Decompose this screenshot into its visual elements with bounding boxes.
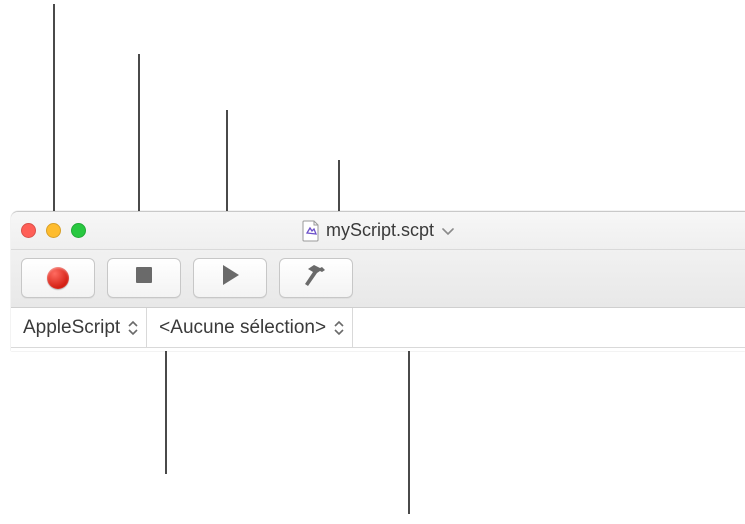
run-button[interactable]	[193, 258, 267, 298]
title-menu-chevron-icon[interactable]	[442, 223, 454, 239]
hammer-icon	[303, 263, 329, 292]
compile-button[interactable]	[279, 258, 353, 298]
language-popup[interactable]: AppleScript	[11, 308, 147, 347]
toolbar	[11, 250, 745, 308]
stop-icon	[134, 265, 154, 290]
stepper-icon	[334, 320, 344, 336]
traffic-lights	[21, 223, 86, 238]
navigation-bar: AppleScript <Aucune sélection>	[11, 308, 745, 348]
record-button[interactable]	[21, 258, 95, 298]
titlebar: myScript.scpt	[11, 212, 745, 250]
document-icon	[302, 220, 320, 242]
zoom-window-button[interactable]	[71, 223, 86, 238]
editor-area[interactable]	[11, 348, 745, 351]
callout-line	[165, 348, 167, 474]
window-title: myScript.scpt	[326, 220, 434, 241]
stop-button[interactable]	[107, 258, 181, 298]
record-icon	[47, 267, 69, 289]
app-window: myScript.scpt	[11, 211, 745, 351]
close-window-button[interactable]	[21, 223, 36, 238]
stepper-icon	[128, 320, 138, 336]
window-title-group: myScript.scpt	[11, 220, 745, 242]
callout-line	[408, 348, 410, 514]
minimize-window-button[interactable]	[46, 223, 61, 238]
play-icon	[219, 263, 241, 292]
language-popup-label: AppleScript	[23, 317, 120, 339]
selection-popup[interactable]: <Aucune sélection>	[147, 308, 353, 347]
selection-popup-label: <Aucune sélection>	[159, 317, 326, 339]
